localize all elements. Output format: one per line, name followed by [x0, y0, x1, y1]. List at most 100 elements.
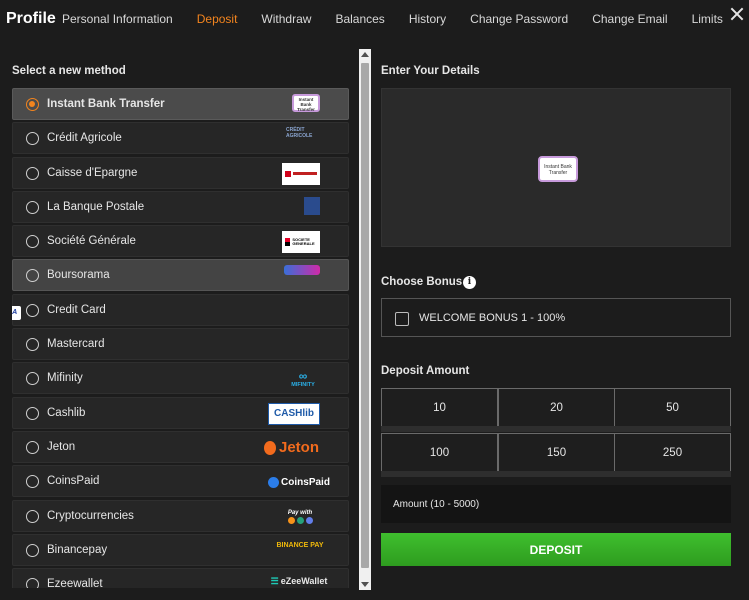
amount-option-50[interactable]: 50: [614, 388, 731, 427]
societe-generale-logo-text: SOCIETE GENERALE: [292, 237, 315, 247]
amount-option-250[interactable]: 250: [614, 433, 731, 472]
method-list-scrollbar[interactable]: [359, 49, 371, 590]
scroll-up-arrow-icon[interactable]: [361, 52, 369, 57]
crypto-logo-text: Pay with: [287, 509, 313, 516]
amount-option-150[interactable]: 150: [498, 433, 615, 472]
tab-limits[interactable]: Limits: [692, 12, 723, 26]
instant-bank-transfer-logo: Instant Bank Transfer: [538, 156, 578, 182]
amount-row-separator: [381, 426, 731, 432]
method-label: Jeton: [47, 440, 76, 453]
amount-option-100[interactable]: 100: [381, 433, 498, 472]
info-icon[interactable]: i: [463, 276, 476, 289]
method-radio[interactable]: [26, 98, 39, 111]
method-label: Instant Bank Transfer: [47, 98, 165, 110]
coinspaid-logo-text: CoinsPaid: [281, 476, 330, 488]
binance-pay-logo: BINANCE PAY: [276, 542, 324, 550]
scroll-down-arrow-icon[interactable]: [361, 582, 369, 587]
amount-option-20[interactable]: 20: [498, 388, 615, 427]
method-cryptocurrencies[interactable]: Cryptocurrencies Pay with: [12, 499, 349, 532]
bonus-label: WELCOME BONUS 1 - 100%: [419, 312, 566, 324]
amount-input[interactable]: [381, 485, 731, 523]
scroll-thumb[interactable]: [361, 63, 369, 568]
method-credit-card[interactable]: Credit Card VISA: [12, 293, 349, 326]
tab-balances[interactable]: Balances: [335, 12, 384, 26]
method-radio[interactable]: [26, 338, 39, 352]
method-radio[interactable]: [26, 200, 39, 214]
mifinity-logo-text: MIFINITY: [291, 382, 315, 389]
method-coinspaid[interactable]: CoinsPaid CoinsPaid: [12, 465, 349, 498]
societe-generale-logo: SOCIETE GENERALE: [282, 231, 320, 254]
method-societe-generale[interactable]: Société Générale SOCIETE GENERALE: [12, 225, 349, 258]
tab-history[interactable]: History: [409, 12, 446, 26]
method-radio[interactable]: [26, 440, 39, 454]
amount-row-separator: [381, 471, 731, 477]
close-icon[interactable]: [729, 6, 745, 22]
method-list: Instant Bank Transfer Instant Bank Transf…: [12, 88, 349, 588]
method-radio[interactable]: [26, 475, 39, 489]
tab-change-email[interactable]: Change Email: [592, 12, 667, 26]
method-radio[interactable]: [26, 235, 39, 249]
method-label: Société Générale: [47, 235, 136, 248]
tab-deposit[interactable]: Deposit: [197, 12, 238, 26]
mastercard-logo: [12, 334, 15, 352]
method-label: Binancepay: [47, 543, 108, 556]
bonus-checkbox[interactable]: [395, 312, 409, 326]
method-binancepay[interactable]: Binancepay BINANCE PAY: [12, 533, 349, 566]
tab-personal-information[interactable]: Personal Information: [62, 12, 173, 26]
tab-withdraw[interactable]: Withdraw: [261, 12, 311, 26]
ezeewallet-logo-text: eZeeWallet: [280, 576, 328, 587]
boursorama-logo: [284, 265, 320, 276]
credit-card-visa-logo: VISA: [12, 300, 21, 320]
method-radio[interactable]: [26, 132, 39, 146]
credit-agricole-logo: CRÉDIT AGRICOLE: [286, 127, 313, 140]
method-radio[interactable]: [26, 269, 39, 283]
tab-change-password[interactable]: Change Password: [470, 12, 568, 26]
method-radio[interactable]: [26, 372, 39, 386]
method-mifinity[interactable]: Mifinity ∞ MIFINITY: [12, 362, 349, 395]
method-label: Cashlib: [47, 406, 86, 419]
method-caisse-d-epargne[interactable]: Caisse d'Epargne: [12, 156, 349, 189]
method-label: Credit Card: [47, 303, 106, 316]
method-panel: Select a new method Instant Bank Transfe…: [0, 38, 375, 600]
cashlib-logo: CASHlib: [268, 402, 320, 425]
details-title: Enter Your Details: [381, 65, 480, 77]
method-radio[interactable]: [26, 543, 39, 557]
ezeewallet-logo: ☰ eZeeWallet: [270, 575, 328, 587]
method-cashlib[interactable]: Cashlib CASHlib: [12, 396, 349, 429]
welcome-bonus-option[interactable]: WELCOME BONUS 1 - 100%: [381, 298, 731, 337]
crypto-pay-logo: Pay with: [280, 506, 320, 528]
method-boursorama[interactable]: Boursorama: [12, 259, 349, 292]
method-label: CoinsPaid: [47, 475, 100, 488]
method-section-title: Select a new method: [12, 65, 126, 77]
method-jeton[interactable]: Jeton Jeton: [12, 430, 349, 463]
method-label: Mifinity: [47, 372, 83, 385]
method-credit-agricole[interactable]: Crédit Agricole CRÉDIT AGRICOLE: [12, 122, 349, 155]
method-radio[interactable]: [26, 406, 39, 420]
header-bar: Profile Personal Information Deposit Withd…: [0, 0, 749, 38]
method-radio[interactable]: [26, 303, 39, 317]
amount-option-10[interactable]: 10: [381, 388, 498, 427]
bonus-title: Choose Bonus: [381, 276, 463, 288]
method-label: Cryptocurrencies: [47, 509, 134, 522]
method-radio[interactable]: [26, 166, 39, 180]
deposit-amount-title: Deposit Amount: [381, 365, 470, 377]
method-instant-bank-transfer[interactable]: Instant Bank Transfer Instant Bank Transf…: [12, 88, 349, 120]
method-mastercard[interactable]: Mastercard: [12, 328, 349, 361]
method-label: Boursorama: [47, 269, 110, 282]
page-title: Profile: [6, 10, 56, 27]
method-radio[interactable]: [26, 578, 39, 588]
method-label: Ezeewallet: [47, 578, 103, 588]
method-ezeewallet[interactable]: Ezeewallet ☰ eZeeWallet: [12, 568, 349, 588]
coinspaid-logo: CoinsPaid: [266, 471, 332, 493]
jeton-logo-text: Jeton: [279, 439, 320, 457]
method-label: La Banque Postale: [47, 200, 145, 213]
method-label: Mastercard: [47, 338, 105, 351]
deposit-button[interactable]: DEPOSIT: [381, 533, 731, 566]
method-label: Caisse d'Epargne: [47, 166, 138, 179]
method-radio[interactable]: [26, 509, 39, 523]
profile-tabs: Personal Information Deposit Withdraw Balan…: [62, 12, 747, 26]
caisse-depargne-logo: [282, 162, 320, 185]
mifinity-logo: ∞ MIFINITY: [291, 369, 315, 389]
method-la-banque-postale[interactable]: La Banque Postale: [12, 190, 349, 223]
details-panel: Instant Bank Transfer: [381, 88, 731, 247]
